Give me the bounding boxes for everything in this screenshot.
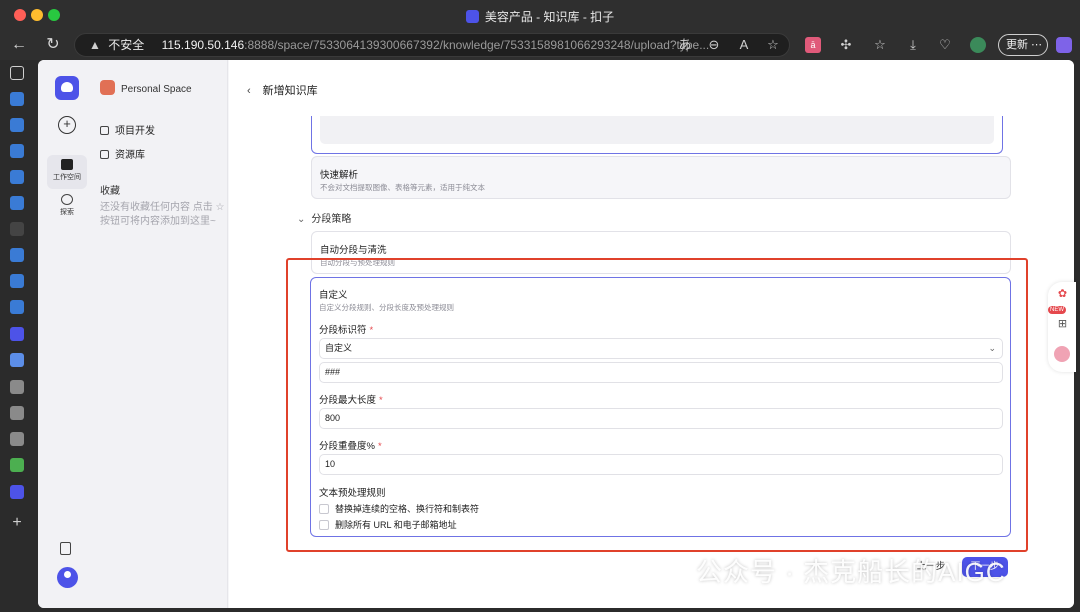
translate-assistant-icon[interactable]: [1054, 346, 1070, 362]
vertical-tab-strip: +: [0, 60, 34, 612]
document-icon[interactable]: [60, 542, 71, 555]
tab-favicon-icon[interactable]: [10, 353, 24, 367]
read-aloud-icon[interactable]: A: [736, 37, 752, 53]
tab-favicon-icon[interactable]: [10, 274, 24, 288]
tab-favicon-icon[interactable]: [10, 380, 24, 394]
tab-favicon-icon[interactable]: [10, 432, 24, 446]
zoom-icon[interactable]: ⊖: [706, 37, 722, 53]
library-icon: [100, 150, 109, 159]
option-title: 快速解析: [320, 170, 359, 181]
page-header: ‹ 新增知识库: [247, 82, 318, 98]
rail-item-workspace[interactable]: 工作空间: [47, 155, 87, 189]
tab-favicon-icon[interactable]: [10, 327, 24, 341]
performance-icon[interactable]: ♡: [937, 37, 953, 53]
url-host: 115.190.50.146: [161, 38, 245, 52]
puzzle-extensions-icon[interactable]: ✣: [838, 37, 854, 53]
workspace-panel: Personal Space 项目开发 资源库 收藏 还没有收藏任何内容 点击 …: [92, 60, 228, 608]
extension-icon[interactable]: ā: [805, 37, 821, 53]
previous-option-card: [311, 116, 1003, 154]
wechat-icon: [648, 558, 688, 586]
tab-favicon-icon[interactable]: [10, 458, 24, 472]
tab-favicon-icon[interactable]: [10, 248, 24, 262]
terminal-icon: [61, 159, 73, 170]
compass-icon: [61, 194, 73, 205]
floating-tools: ✿ NEW ⊞: [1048, 282, 1076, 372]
favorites-empty-text: 还没有收藏任何内容 点击 ☆ 按钮可将内容添加到这里~: [100, 202, 225, 227]
favorite-star-icon[interactable]: ☆: [765, 37, 781, 53]
space-selector[interactable]: Personal Space: [100, 80, 192, 95]
gift-icon[interactable]: ✿: [1056, 288, 1069, 301]
new-badge: NEW: [1048, 306, 1066, 314]
download-icon[interactable]: ⤓: [905, 37, 921, 53]
back-chevron-icon[interactable]: ‹: [247, 85, 251, 97]
back-arrow-icon[interactable]: ←: [8, 34, 30, 56]
insecure-label: 不安全: [108, 38, 145, 52]
url-path: :8888/space/7533064139300667392/knowledg…: [244, 38, 710, 52]
tab-favicon-icon[interactable]: [10, 196, 24, 210]
reload-icon[interactable]: ↻: [42, 34, 64, 56]
favorites-title: 收藏: [100, 186, 120, 197]
segment-strategy-header[interactable]: ⌄ 分段策略: [297, 210, 351, 225]
avatar[interactable]: [57, 567, 78, 588]
app-rail: + 工作空间 探索: [38, 60, 92, 608]
tab-favicon-icon[interactable]: [10, 170, 24, 184]
create-plus-icon[interactable]: +: [58, 116, 76, 134]
apps-grid-icon[interactable]: ⊞: [1056, 318, 1069, 331]
tab-favicon-icon[interactable]: [10, 144, 24, 158]
coze-tab-icon: [465, 10, 479, 23]
watermark: 公众号 · 杰克船长的AIGC: [648, 552, 1006, 589]
copilot-icon[interactable]: [1056, 37, 1072, 53]
favorites-list-icon[interactable]: ☆: [872, 37, 888, 53]
tab-favicon-icon[interactable]: [10, 222, 24, 236]
new-tab-icon[interactable]: +: [10, 515, 24, 531]
project-icon: [100, 126, 109, 135]
translate-icon[interactable]: あ: [677, 37, 693, 53]
profile-icon[interactable]: [970, 37, 986, 53]
chevron-down-icon: ⌄: [297, 214, 306, 225]
personal-space-icon: [100, 80, 115, 95]
tab-favicon-icon[interactable]: [10, 92, 24, 106]
window-title-bar: 美容产品 - 知识库 - 扣子: [0, 0, 1080, 30]
tab-favicon-icon[interactable]: [10, 118, 24, 132]
rail-item-explore[interactable]: 探索: [47, 190, 87, 224]
tab-favicon-icon[interactable]: [10, 406, 24, 420]
browser-toolbar: ← ↻ ▲ 不安全 115.190.50.146:8888/space/7533…: [0, 30, 1080, 60]
option-desc: 不会对文档提取图像、表格等元素，适用于纯文本: [320, 183, 485, 192]
more-icon: ⋯: [1031, 39, 1042, 51]
highlight-frame: [286, 258, 1028, 552]
coze-logo-icon[interactable]: [55, 76, 79, 100]
warning-icon: ▲: [89, 38, 101, 52]
window-title: 美容产品 - 知识库 - 扣子: [0, 8, 1080, 25]
nav-item-library[interactable]: 资源库: [100, 146, 145, 161]
option-title: 自动分段与清洗: [320, 245, 387, 256]
page-title: 新增知识库: [262, 85, 318, 97]
tab-favicon-icon[interactable]: [10, 300, 24, 314]
tab-favicon-icon[interactable]: [10, 485, 24, 499]
tab-actions-icon[interactable]: [10, 66, 24, 80]
nav-item-project-dev[interactable]: 项目开发: [100, 122, 155, 137]
fast-parse-option[interactable]: 快速解析 不会对文档提取图像、表格等元素，适用于纯文本: [311, 156, 1011, 199]
previous-option-body: [320, 116, 994, 144]
update-button[interactable]: 更新 ⋯: [998, 34, 1048, 56]
